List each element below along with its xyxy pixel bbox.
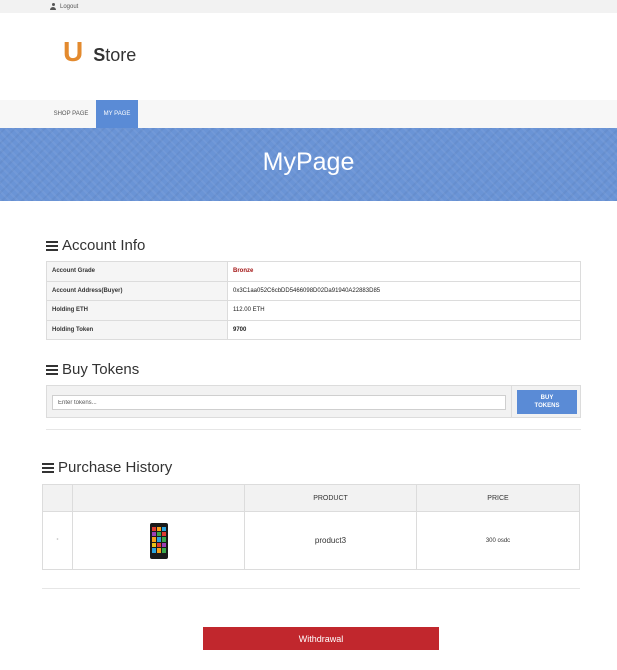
table-header-row: PRODUCT PRICE [42,484,580,512]
account-address-value: 0x3C1aa052C6cbDD5466098D02Da91940A22883D… [227,280,581,301]
holding-token-label: Holding Token [46,319,228,340]
logo-text-rest: tore [105,45,137,65]
table-row: Holding Token 9700 [46,319,581,340]
divider [42,588,580,589]
table-row: Account Address(Buyer) 0x3C1aa052C6cbDD5… [46,280,581,301]
table-row: ° product3 300 osdc [42,511,580,570]
table-row: Holding ETH 112.00 ETH [46,300,581,321]
buy-button-line1: BUY [540,395,554,401]
top-bar: Logout [0,0,617,13]
account-info-heading: Account Info [46,237,145,254]
account-grade-value: Bronze [227,261,581,282]
product-price: 300 osdc [416,511,580,570]
bars-icon [46,364,58,375]
store-logo[interactable]: U Store [63,38,136,69]
main-nav: SHOP PAGE MY PAGE [0,100,617,128]
table-row: Account Grade Bronze [46,261,581,282]
account-address-label: Account Address(Buyer) [46,280,228,301]
holding-eth-label: Holding ETH [46,300,228,321]
page-banner: MyPage [0,128,617,201]
purchase-history-table: PRODUCT PRICE ° product3 300 osdc [42,484,580,570]
page-title: MyPage [262,148,355,176]
purchase-history-title: Purchase History [58,459,173,476]
account-grade-label: Account Grade [46,261,228,282]
bars-icon [46,240,58,251]
logo-letter: U [63,36,84,67]
purchase-history-heading: Purchase History [42,459,172,476]
account-info-table: Account Grade Bronze Account Address(Buy… [46,261,581,340]
token-amount-input[interactable] [52,395,506,410]
nav-shop-page[interactable]: SHOP PAGE [46,100,96,128]
logout-link[interactable]: Logout [50,0,78,13]
buy-tokens-button[interactable]: BUY TOKENS [517,390,577,414]
user-icon [50,3,56,10]
smartphone-icon [149,522,168,559]
buy-button-line2: TOKENS [534,403,560,409]
divider [46,429,581,430]
bars-icon [42,462,54,473]
account-info-title: Account Info [62,237,146,254]
product-name: product3 [244,511,417,570]
divider [511,386,512,417]
logo-text: Store [93,41,136,69]
column-header-image [72,484,245,512]
holding-eth-value: 112.00 ETH [227,300,581,321]
column-header-product: PRODUCT [244,484,417,512]
buy-tokens-heading: Buy Tokens [46,361,139,378]
column-header-index [42,484,73,512]
logo-text-initial: S [93,45,106,65]
buy-tokens-title: Buy Tokens [62,361,140,378]
buy-tokens-form: BUY TOKENS [46,385,581,418]
withdrawal-button[interactable]: Withdrawal [203,627,439,650]
logout-label: Logout [60,3,79,10]
product-image-cell [72,511,245,570]
column-header-price: PRICE [416,484,580,512]
row-index: ° [42,511,73,570]
nav-my-page[interactable]: MY PAGE [96,100,138,128]
holding-token-value: 9700 [227,319,581,340]
